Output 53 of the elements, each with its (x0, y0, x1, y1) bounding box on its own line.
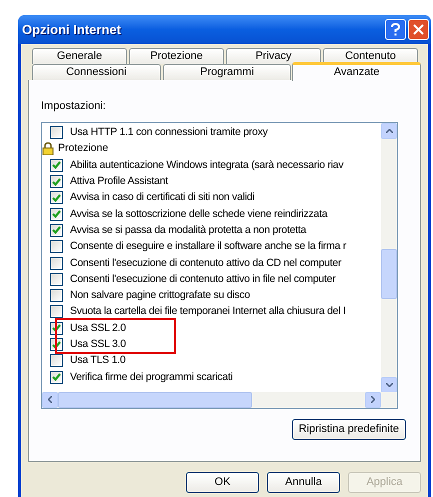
checkbox[interactable] (50, 240, 63, 254)
tab[interactable]: Avanzate (292, 62, 422, 81)
checkbox[interactable] (50, 370, 63, 384)
horizontal-scrollbar[interactable] (42, 392, 397, 408)
restore-defaults-button[interactable]: Ripristina predefinite (292, 418, 406, 440)
tab[interactable]: Programmi (162, 64, 292, 80)
scroll-right-button[interactable] (365, 392, 381, 408)
checkbox[interactable] (50, 175, 63, 188)
checkbox[interactable] (50, 158, 63, 172)
setting-label: Svuota la cartella dei file temporanei Internet alla chiusura del I (70, 305, 346, 318)
tab[interactable]: Protezione (129, 48, 224, 64)
setting-label: Usa TLS 1.0 (70, 354, 126, 368)
setting-label: Usa HTTP 1.1 con connessioni tramite proxy (70, 126, 268, 140)
setting-label: Avvisa se la sottoscrizione delle schede viene reindirizzata (70, 208, 328, 221)
checkbox[interactable] (50, 354, 63, 368)
dialog-button[interactable]: OK (186, 472, 259, 493)
setting-label: Consenti l'esecuzione di contenuto attivo da CD nel computer (70, 256, 342, 270)
setting-label: Abilita autenticazione Windows integrata (sarà necessario riav (70, 158, 344, 172)
group-label: Protezione (58, 142, 108, 156)
scroll-up-button[interactable] (381, 122, 397, 138)
scroll-left-button[interactable] (42, 392, 58, 408)
close-button[interactable] (408, 19, 429, 40)
setting-label: Verifica firme dei programmi scaricati (70, 370, 233, 384)
setting-label: Usa SSL 3.0 (70, 338, 126, 351)
help-icon (391, 23, 400, 36)
scroll-down-button[interactable] (381, 376, 397, 392)
vertical-scrollbar[interactable] (381, 122, 397, 392)
tab[interactable]: Generale (32, 48, 127, 64)
setting-label: Avvisa se si passa da modalità protetta a non protetta (70, 224, 306, 237)
scroll-thumb[interactable] (381, 248, 397, 298)
setting-label: Avvisa in caso di certificati di siti non validi (70, 191, 254, 204)
checkbox[interactable] (50, 289, 63, 302)
horizontal-scroll-thumb[interactable] (58, 392, 252, 408)
checkbox[interactable] (50, 256, 63, 270)
checkbox[interactable] (50, 191, 63, 204)
checkbox[interactable] (50, 224, 63, 237)
dialog-button[interactable]: Annulla (267, 472, 340, 493)
close-icon (413, 24, 424, 35)
setting-label: Consente di eseguire e installare il software anche se la firma r (70, 240, 346, 254)
help-button[interactable] (385, 19, 406, 40)
setting-label: Usa SSL 2.0 (70, 322, 126, 335)
checkbox[interactable] (50, 272, 63, 286)
setting-label: Consenti l'esecuzione di contenuto attivo in file nel computer (70, 272, 336, 286)
lock-icon (42, 142, 54, 156)
setting-label: Non salvare pagine crittografate su disco (70, 289, 250, 302)
settings-label: Impostazioni: (41, 99, 107, 114)
checkbox[interactable] (50, 305, 63, 318)
tab[interactable]: Privacy (226, 48, 321, 64)
tab[interactable]: Connessioni (32, 64, 161, 80)
checkbox[interactable] (50, 126, 63, 140)
setting-label: Attiva Profile Assistant (70, 175, 168, 188)
checkbox[interactable] (50, 208, 63, 221)
window-title: Opzioni Internet (22, 20, 121, 39)
